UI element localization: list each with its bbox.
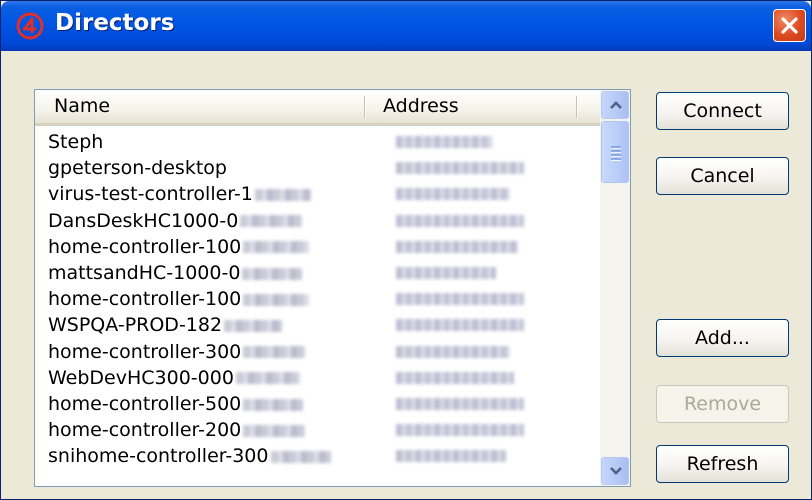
list-item-name-text: WSPQA-PROD-182 (48, 314, 223, 337)
list-item-address-redacted (396, 188, 510, 201)
list-item-address-redacted (396, 240, 518, 253)
list-item-name: mattsandHC-1000-0 (48, 260, 366, 286)
vertical-scrollbar[interactable] (600, 90, 630, 486)
thumb-grip (611, 154, 621, 156)
close-button[interactable] (773, 9, 806, 42)
directors-list[interactable]: Name Address Steph gpeterson-desktop virus… (34, 89, 631, 487)
list-item[interactable]: home-controller-500 (35, 391, 600, 417)
list-item-name: home-controller-100 (48, 234, 366, 260)
column-header-name[interactable]: Name (35, 90, 365, 123)
cancel-button[interactable]: Cancel (656, 157, 789, 195)
list-item-name: WebDevHC300-000 (48, 365, 366, 391)
list-rows: Steph gpeterson-desktop virus-test-control… (35, 126, 600, 486)
list-item-name: snihome-controller-300 (48, 443, 366, 469)
list-item[interactable]: WSPQA-PROD-182 (35, 312, 600, 338)
redacted-text (254, 188, 311, 201)
list-item[interactable]: Steph (35, 129, 600, 155)
list-item-address-redacted (396, 319, 524, 332)
list-item-name: gpeterson-desktop (48, 155, 366, 181)
scroll-down-button[interactable] (601, 457, 629, 485)
list-item[interactable]: home-controller-100 (35, 234, 600, 260)
thumb-grip (611, 158, 621, 160)
remove-button: Remove (656, 385, 789, 423)
list-item-name-text: snihome-controller-300 (48, 445, 269, 468)
app-logo-icon (16, 12, 44, 40)
list-item[interactable]: virus-test-controller-1 (35, 181, 600, 207)
list-item-name-text: DansDeskHC1000-0 (48, 209, 239, 232)
list-item[interactable]: home-controller-300 (35, 339, 600, 365)
list-item-name-text: gpeterson-desktop (48, 157, 227, 180)
list-item-address-redacted (396, 450, 506, 463)
list-item-name-text: WebDevHC300-000 (48, 366, 234, 389)
list-item-name-text: home-controller-200 (48, 419, 242, 442)
directors-dialog: Directors Name Address Steph gpeterson-de… (0, 0, 812, 500)
list-item-address-redacted (396, 136, 492, 148)
redacted-text (243, 346, 306, 359)
list-item[interactable]: home-controller-200 (35, 417, 600, 443)
window-title: Directors (55, 10, 175, 36)
column-divider[interactable] (364, 96, 365, 118)
list-item-name: virus-test-controller-1 (48, 181, 366, 207)
list-item-name: Steph (48, 129, 366, 155)
list-item-name: home-controller-200 (48, 417, 366, 443)
column-header-address[interactable]: Address (366, 90, 578, 123)
redacted-text (242, 267, 303, 280)
list-item-name-text: Steph (48, 131, 104, 153)
redacted-text (243, 424, 306, 437)
list-header: Name Address (35, 90, 600, 126)
list-item-name: home-controller-100 (48, 286, 366, 312)
list-item[interactable]: home-controller-100 (35, 286, 600, 312)
list-item-address-redacted (396, 214, 524, 227)
list-item[interactable]: DansDeskHC1000-0 (35, 208, 600, 234)
list-item[interactable]: mattsandHC-1000-0 (35, 260, 600, 286)
list-item[interactable]: snihome-controller-300 (35, 443, 600, 469)
redacted-text (240, 215, 303, 228)
list-item-address-redacted (396, 162, 524, 175)
redacted-text (235, 372, 300, 385)
list-item-address-redacted (396, 293, 524, 306)
title-bar[interactable]: Directors (1, 1, 811, 51)
list-item-name-text: home-controller-100 (48, 235, 242, 258)
list-item-name-text: virus-test-controller-1 (48, 183, 253, 206)
list-item-name-text: home-controller-500 (48, 393, 242, 415)
list-item-name-text: home-controller-300 (48, 340, 242, 363)
add-button[interactable]: Add... (656, 319, 789, 357)
refresh-button[interactable]: Refresh (656, 445, 789, 483)
redacted-text (243, 293, 310, 306)
thumb-grip (611, 150, 621, 152)
chevron-up-icon (610, 101, 622, 109)
list-item-name-text: mattsandHC-1000-0 (48, 262, 241, 284)
list-item[interactable]: WebDevHC300-000 (35, 365, 600, 391)
list-item-name: home-controller-500 (48, 391, 366, 417)
redacted-text (243, 241, 310, 254)
list-item-address-redacted (396, 345, 510, 358)
close-icon (781, 17, 798, 34)
redacted-text (224, 319, 283, 332)
list-item-address-redacted (396, 371, 514, 384)
scroll-up-button[interactable] (601, 91, 629, 119)
list-item[interactable]: gpeterson-desktop (35, 155, 600, 181)
chevron-down-icon (610, 467, 622, 475)
list-item-address-redacted (396, 267, 496, 279)
redacted-text (243, 398, 304, 411)
list-item-name: DansDeskHC1000-0 (48, 208, 366, 234)
list-item-address-redacted (396, 398, 524, 410)
list-item-name-text: home-controller-100 (48, 288, 242, 311)
redacted-text (270, 450, 331, 463)
list-item-address-redacted (396, 424, 524, 437)
list-item-name: home-controller-300 (48, 339, 366, 365)
connect-button[interactable]: Connect (656, 92, 789, 130)
thumb-grip (611, 146, 621, 148)
scroll-thumb[interactable] (601, 121, 629, 183)
column-divider[interactable] (576, 96, 577, 118)
list-item-name: WSPQA-PROD-182 (48, 312, 366, 338)
